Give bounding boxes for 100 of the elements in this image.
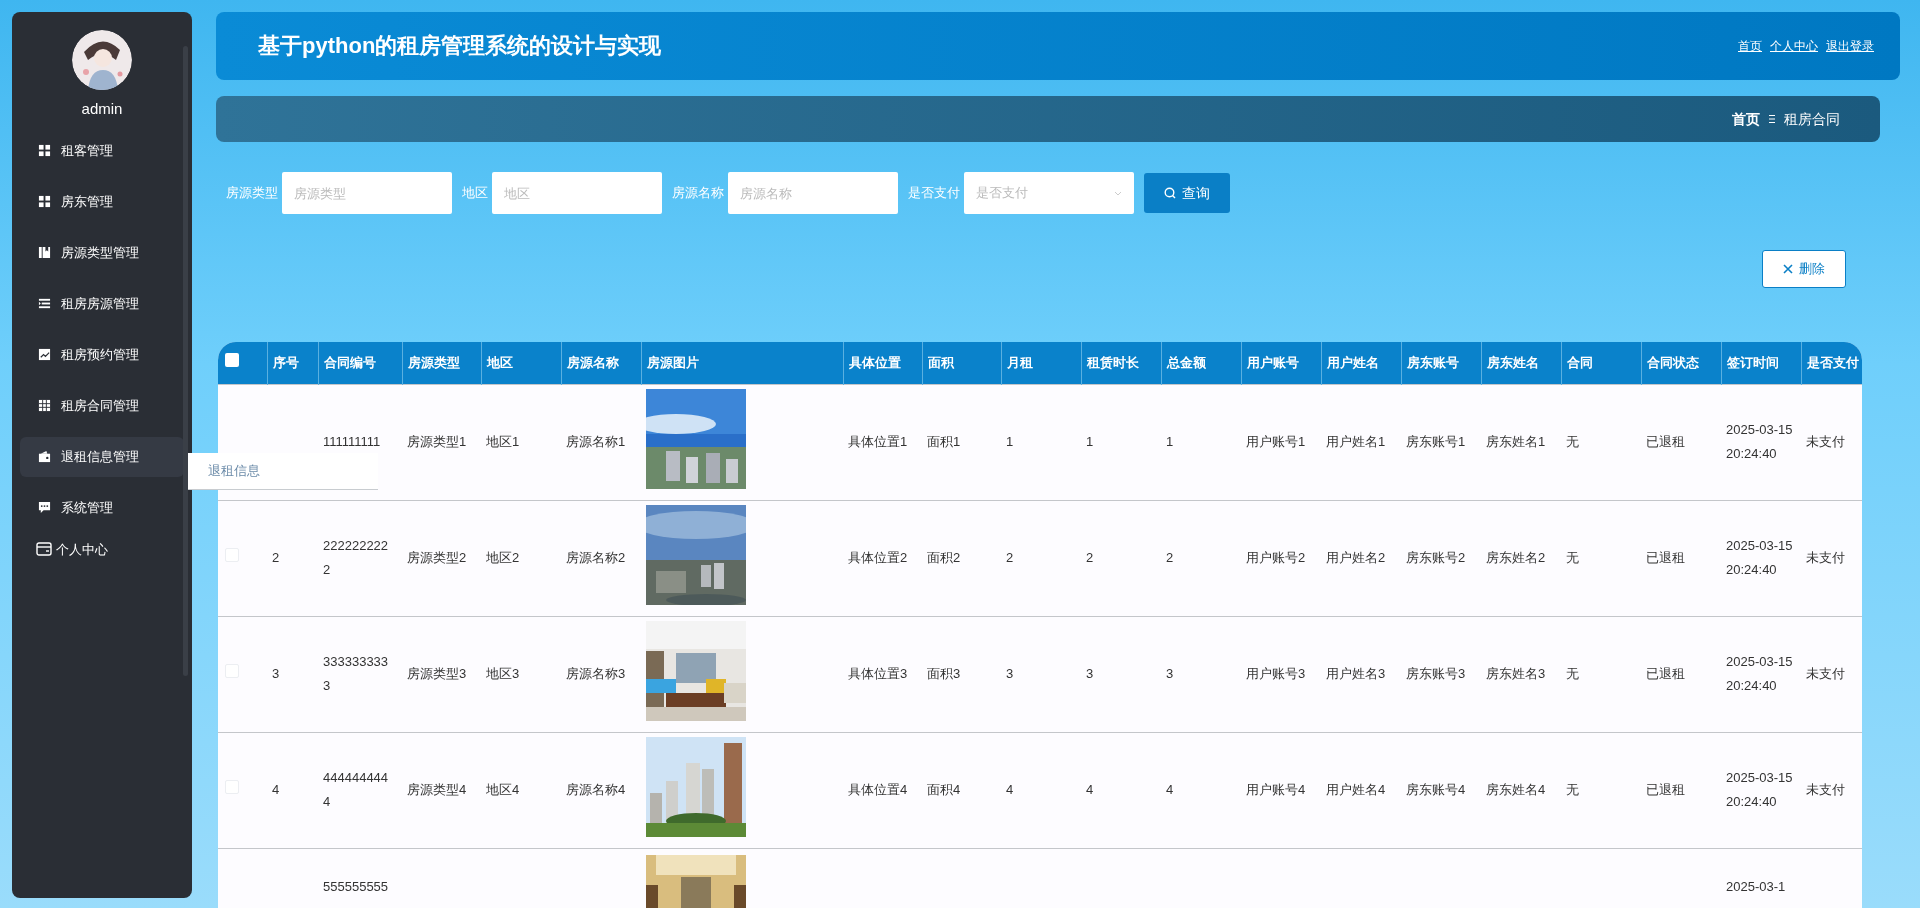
table-cell: 房源类型3 xyxy=(407,666,467,681)
breadcrumb-item[interactable]: 首页 xyxy=(1732,108,1760,130)
chat-icon xyxy=(38,501,51,514)
column-header: 租赁时长 xyxy=(1081,342,1161,384)
table-cell: 面积1 xyxy=(927,434,961,449)
table-cell: 面积4 xyxy=(927,782,961,797)
table-cell: 具体位置1 xyxy=(848,434,908,449)
table-cell: 2025-03-15 20:24:40 xyxy=(1726,538,1793,577)
sidebar-item[interactable]: 房东管理 xyxy=(20,181,184,222)
table-cell: 无 xyxy=(1566,782,1579,797)
sidebar-item[interactable]: 房源类型管理 xyxy=(20,232,184,273)
sidebar-item[interactable]: 租房预约管理 xyxy=(20,334,184,375)
search-field[interactable]: 房源类型 xyxy=(282,172,452,214)
table-cell: 111111111 xyxy=(323,434,381,449)
table-cell: 房源名称4 xyxy=(566,782,626,797)
column-header: 合同编号 xyxy=(318,342,402,384)
table-cell: 地区2 xyxy=(486,550,520,565)
table-cell: 用户姓名4 xyxy=(1326,782,1386,797)
search-field[interactable]: 地区 xyxy=(492,172,662,214)
table-cell: 2025-03-15 20:24:40 xyxy=(1726,654,1793,693)
table-cell: 1 xyxy=(1006,434,1014,449)
column-header: 用户账号 xyxy=(1241,342,1321,384)
table-cell: 2 xyxy=(1166,550,1174,565)
card-icon xyxy=(36,542,52,557)
delete-button[interactable]: 删除 xyxy=(1762,250,1846,288)
table-cell: 地区3 xyxy=(486,666,520,681)
grid-icon xyxy=(38,195,51,208)
table-cell: 已退租 xyxy=(1646,666,1685,681)
list-icon xyxy=(38,297,51,310)
table-cell: 无 xyxy=(1566,434,1579,449)
field-label: 地区 xyxy=(462,184,488,203)
table-cell: 4 xyxy=(272,782,280,797)
column-header: 月租 xyxy=(1001,342,1081,384)
sidebar-item[interactable]: 租房房源管理 xyxy=(20,283,184,324)
close-icon xyxy=(1783,264,1793,274)
column-header: 房源名称 xyxy=(561,342,641,384)
sidebar-item[interactable]: 退租信息管理 xyxy=(20,436,184,477)
checkbox[interactable] xyxy=(225,353,239,367)
table-cell: 面积3 xyxy=(927,666,961,681)
table-cell: 面积2 xyxy=(927,550,961,565)
table-cell: 3 xyxy=(1166,666,1174,681)
table-cell: 已退租 xyxy=(1646,550,1685,565)
avatar xyxy=(72,30,132,90)
table-cell: 用户账号1 xyxy=(1246,434,1306,449)
column-header: 房源类型 xyxy=(402,342,481,384)
sidebar-item[interactable]: 系统管理 xyxy=(20,487,184,528)
sidebar-item[interactable]: 租客管理 xyxy=(20,130,184,171)
chevron-icon xyxy=(1114,190,1122,196)
table-cell: 房东账号1 xyxy=(1406,434,1466,449)
table-cell: 已退租 xyxy=(1646,434,1685,449)
table-cell: 房源名称2 xyxy=(566,550,626,565)
table-cell: 房源名称1 xyxy=(566,434,626,449)
chart-icon xyxy=(38,348,51,361)
column-header: 是否支付 xyxy=(1801,342,1862,384)
header-link[interactable]: 退出登录 xyxy=(1826,39,1874,54)
table-cell: 房东账号4 xyxy=(1406,782,1466,797)
username: admin xyxy=(80,99,124,119)
table-cell: 房源类型2 xyxy=(407,550,467,565)
query-button[interactable]: 查询 xyxy=(1144,173,1230,213)
header-link[interactable]: 个人中心 xyxy=(1770,39,1818,54)
table-cell: 房源名称3 xyxy=(566,666,626,681)
table-cell: 2222222222 xyxy=(323,538,389,577)
table-cell: 未支付 xyxy=(1806,666,1845,681)
table-cell: 555555555 xyxy=(323,878,389,894)
submenu-item[interactable]: 退租信息 xyxy=(208,463,260,478)
table-cell: 房东姓名3 xyxy=(1486,666,1546,681)
search-field[interactable]: 房源名称 xyxy=(728,172,898,214)
column-header: 房东姓名 xyxy=(1481,342,1561,384)
column-header: 房源图片 xyxy=(641,342,843,384)
column-header: 房东账号 xyxy=(1401,342,1481,384)
table-cell: 用户姓名3 xyxy=(1326,666,1386,681)
table-cell: 用户姓名2 xyxy=(1326,550,1386,565)
field-label: 房源类型 xyxy=(226,184,278,203)
column-header: 签订时间 xyxy=(1721,342,1801,384)
table-cell: 房源类型1 xyxy=(407,434,467,449)
table-cell: 房东姓名1 xyxy=(1486,434,1546,449)
table-cell: 3 xyxy=(272,666,280,681)
table-cell: 2 xyxy=(1086,550,1094,565)
sidebar-item[interactable]: 租房合同管理 xyxy=(20,385,184,426)
sidebar-item[interactable]: 个人中心 xyxy=(30,538,114,560)
header-link[interactable]: 首页 xyxy=(1738,39,1762,54)
table-cell: 房源类型4 xyxy=(407,782,467,797)
table-cell: 4 xyxy=(1006,782,1014,797)
table-cell: 未支付 xyxy=(1806,782,1845,797)
table-cell: 具体位置4 xyxy=(848,782,908,797)
table-cell: 具体位置2 xyxy=(848,550,908,565)
table-cell: 地区4 xyxy=(486,782,520,797)
wallet-icon xyxy=(38,450,51,463)
table-cell: 3 xyxy=(1006,666,1014,681)
table-cell: 3333333333 xyxy=(323,654,389,693)
table-cell: 2 xyxy=(1006,550,1014,565)
table-cell: 4444444444 xyxy=(323,770,389,809)
table-cell: 已退租 xyxy=(1646,782,1685,797)
table-cell: 2025-03-15 20:24:40 xyxy=(1726,422,1793,461)
table-cell: 无 xyxy=(1566,550,1579,565)
table-cell: 具体位置3 xyxy=(848,666,908,681)
breadcrumb-item: 租房合同 xyxy=(1784,109,1840,129)
table-cell: 用户账号4 xyxy=(1246,782,1306,797)
column-header: 面积 xyxy=(922,342,1001,384)
table-cell: 房东账号2 xyxy=(1406,550,1466,565)
